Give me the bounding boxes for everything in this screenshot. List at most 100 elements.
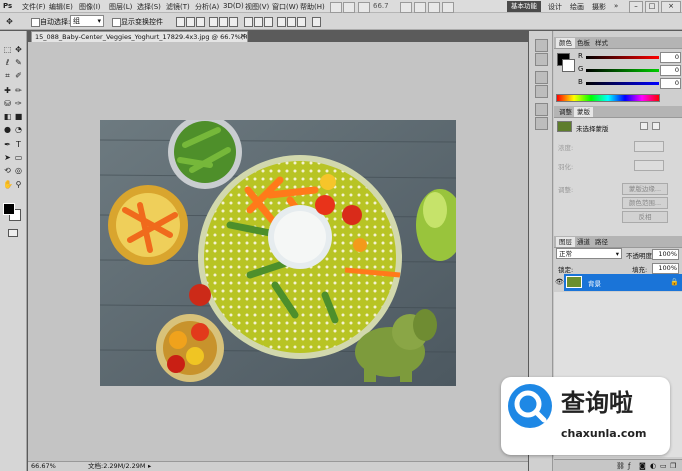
maximize-icon[interactable]: □ — [645, 1, 659, 13]
auto-select-checkbox[interactable] — [31, 18, 40, 27]
distribute-right-icon[interactable] — [297, 17, 306, 27]
status-doc-info[interactable]: 文档:2.29M/2.29M — [88, 462, 146, 471]
invert-button[interactable]: 反相 — [622, 211, 668, 223]
adjustment-layer-icon[interactable]: ◐ — [650, 462, 656, 470]
menu-filter[interactable]: 滤镜(T) — [166, 2, 190, 12]
bridge-button[interactable] — [330, 2, 342, 13]
show-transform-checkbox[interactable] — [112, 18, 121, 27]
shape-tool-icon[interactable]: ▭ — [14, 153, 23, 162]
feather-field[interactable] — [634, 160, 664, 171]
menu-file[interactable]: 文件(F) — [22, 2, 46, 12]
zoom-tool-button[interactable] — [358, 2, 370, 13]
tab-masks[interactable]: 蒙版 — [574, 107, 593, 117]
color-range-button[interactable]: 颜色范围... — [622, 197, 668, 209]
distribute-top-icon[interactable] — [244, 17, 253, 27]
menu-view[interactable]: 视图(V) — [245, 2, 269, 12]
blend-mode-dropdown[interactable]: 正常 ▾ — [556, 248, 622, 259]
menu-help[interactable]: 帮助(H) — [300, 2, 325, 12]
move-tool-icon[interactable]: ✥ — [5, 17, 14, 26]
document-tab[interactable]: 15_088_Baby-Center_Veggies_Yoghurt_17829… — [31, 31, 248, 42]
hand-tool-button[interactable] — [400, 2, 412, 13]
align-bottom-icon[interactable] — [196, 17, 205, 27]
actions-panel-icon[interactable] — [535, 53, 548, 66]
align-top-icon[interactable] — [176, 17, 185, 27]
opacity-field[interactable]: 100% — [652, 249, 679, 260]
crop-tool-icon[interactable]: ⌗ — [3, 71, 12, 80]
new-layer-icon[interactable]: ❐ — [670, 462, 676, 470]
dodge-tool-icon[interactable]: ◔ — [14, 125, 23, 134]
history-panel-icon[interactable] — [535, 39, 548, 52]
slider-green[interactable]: G 0 — [556, 65, 681, 77]
link-layers-icon[interactable]: ⛓ — [616, 462, 625, 470]
workspace-painting[interactable]: 绘画 — [570, 2, 584, 12]
arrange-docs-button[interactable] — [428, 2, 440, 13]
brush-tool-icon[interactable]: ✏ — [14, 86, 23, 95]
history-brush-icon[interactable]: ✑ — [14, 99, 23, 108]
3d-orbit-icon[interactable]: ◎ — [14, 166, 23, 175]
path-select-icon[interactable]: ➤ — [3, 153, 12, 162]
align-hcenter-icon[interactable] — [219, 17, 228, 27]
clone-source-panel-icon[interactable] — [535, 85, 548, 98]
menu-select[interactable]: 选择(S) — [137, 2, 161, 12]
tab-swatches[interactable]: 色板 — [574, 38, 593, 48]
tab-paths[interactable]: 路径 — [592, 237, 611, 247]
mask-edge-button[interactable]: 蒙版边缘... — [622, 183, 668, 195]
minimize-icon[interactable]: – — [629, 1, 643, 13]
tab-color[interactable]: 颜色 — [556, 38, 575, 48]
menu-window[interactable]: 窗口(W) — [272, 2, 298, 12]
close-icon[interactable]: × — [240, 32, 246, 40]
menu-edit[interactable]: 编辑(E) — [49, 2, 73, 12]
blur-tool-icon[interactable]: ● — [3, 125, 12, 134]
close-window-icon[interactable]: × — [661, 1, 681, 13]
auto-select-dropdown[interactable]: 组 ▾ — [70, 15, 104, 27]
layer-row-background[interactable]: 背景 🔒 — [564, 274, 682, 291]
align-right-icon[interactable] — [229, 17, 238, 27]
rotate-view-button[interactable] — [414, 2, 426, 13]
layer-style-icon[interactable]: ƒ — [628, 462, 630, 470]
pen-tool-icon[interactable]: ✒ — [3, 140, 12, 149]
slider-green-track[interactable] — [586, 69, 659, 72]
distribute-vcenter-icon[interactable] — [254, 17, 263, 27]
move-tool-icon[interactable]: ✥ — [14, 45, 23, 54]
brushes-panel-icon[interactable] — [535, 71, 548, 84]
lasso-tool-icon[interactable]: ℓ — [3, 58, 12, 67]
eyedropper-icon[interactable]: ✐ — [14, 71, 23, 80]
add-mask-icon[interactable]: ◙ — [639, 462, 646, 470]
distribute-bottom-icon[interactable] — [264, 17, 273, 27]
color-spectrum[interactable] — [556, 94, 660, 102]
character-panel-icon[interactable] — [535, 103, 548, 116]
slider-red-value[interactable]: 0 — [660, 52, 681, 63]
healing-brush-icon[interactable]: ✚ — [3, 86, 12, 95]
foreground-color-front[interactable] — [3, 203, 15, 215]
new-group-icon[interactable]: ▭ — [660, 462, 667, 470]
slider-green-value[interactable]: 0 — [660, 65, 681, 76]
zoom-tool-icon[interactable]: ⚲ — [14, 180, 23, 189]
gradient-tool-icon[interactable]: ■ — [14, 112, 23, 121]
tab-channels[interactable]: 通道 — [574, 237, 593, 247]
vector-mask-icon[interactable] — [652, 122, 660, 130]
menu-image[interactable]: 图像(I) — [79, 2, 101, 12]
slider-blue-track[interactable] — [586, 82, 659, 85]
density-field[interactable] — [634, 141, 664, 152]
status-arrow-icon[interactable]: ▸ — [148, 462, 151, 471]
workspace-photography[interactable]: 摄影 — [592, 2, 606, 12]
3d-rotate-icon[interactable]: ⟲ — [3, 166, 12, 175]
marquee-tool-icon[interactable]: ⬚ — [3, 45, 12, 54]
slider-blue[interactable]: B 0 — [556, 78, 681, 90]
menu-analysis[interactable]: 分析(A) — [195, 2, 219, 12]
menu-layer[interactable]: 图层(L) — [109, 2, 132, 12]
tab-styles[interactable]: 样式 — [592, 38, 611, 48]
workspace-essentials[interactable]: 基本功能 — [507, 1, 541, 12]
auto-align-icon[interactable] — [312, 17, 321, 27]
clone-stamp-icon[interactable]: ⛁ — [3, 99, 12, 108]
slider-red[interactable]: R 0 — [556, 52, 681, 64]
quick-select-icon[interactable]: ✎ — [14, 58, 23, 67]
workspace-design[interactable]: 设计 — [548, 2, 562, 12]
slider-blue-value[interactable]: 0 — [660, 78, 681, 89]
status-zoom[interactable]: 66.67% — [31, 462, 56, 471]
tab-layers[interactable]: 图层 — [556, 237, 575, 247]
eye-icon[interactable]: 👁 — [555, 278, 564, 286]
distribute-left-icon[interactable] — [277, 17, 286, 27]
align-vcenter-icon[interactable] — [186, 17, 195, 27]
quick-mask-icon[interactable] — [8, 229, 18, 237]
